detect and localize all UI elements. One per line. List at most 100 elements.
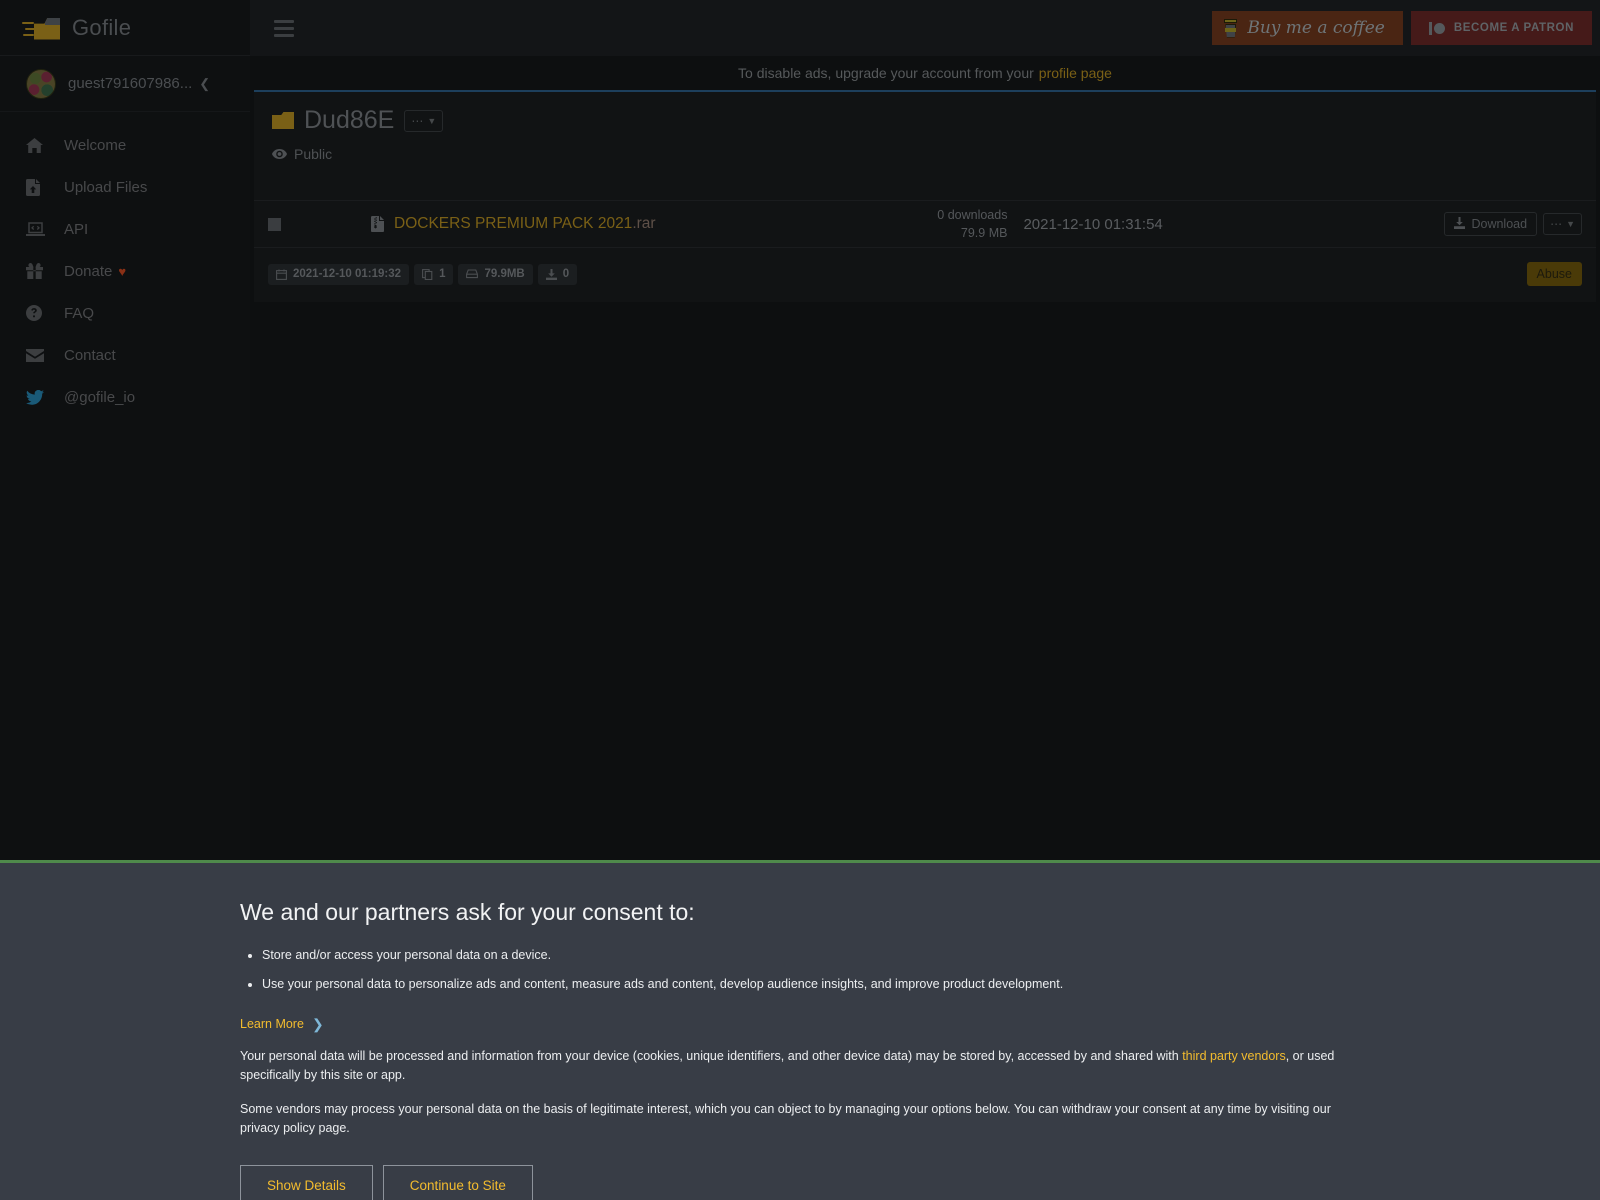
patreon-icon: [1428, 21, 1445, 35]
archive-file-icon: [371, 216, 384, 232]
chevron-right-icon: ❯: [311, 1015, 324, 1032]
status-badge-file-count: 1: [414, 263, 454, 285]
avatar: [26, 68, 56, 99]
file-actions: Download ⋯ ▼: [1444, 212, 1596, 236]
ellipsis-icon: ⋯: [411, 113, 424, 128]
calendar-icon: [276, 269, 287, 280]
twitter-icon: [26, 389, 50, 405]
ad-notice-text: To disable ads, upgrade your account fro…: [738, 65, 1034, 81]
file-name-base: DOCKERS PREMIUM PACK 2021: [394, 215, 633, 232]
status-badge-downloads: 0: [537, 263, 578, 285]
topbar-actions: Buy me a coffee BECOME A PATRON: [1212, 11, 1600, 45]
gofile-logo-icon: [22, 14, 64, 42]
file-date: 2021-12-10 01:31:54: [1023, 215, 1163, 233]
file-meta: 0 downloads 79.9 MB: [937, 206, 1007, 242]
sidebar-item-label: Welcome: [64, 136, 127, 154]
sidebar: Gofile guest791607986... ❮ Welcome Uploa…: [0, 0, 250, 860]
folder-options-button[interactable]: ⋯ ▼: [404, 109, 444, 132]
buy-me-a-coffee-button[interactable]: Buy me a coffee: [1212, 11, 1403, 45]
sidebar-item-faq[interactable]: FAQ: [0, 292, 250, 334]
sidebar-item-donate[interactable]: Donate ♥: [0, 250, 250, 292]
main-content: To disable ads, upgrade your account fro…: [250, 56, 1600, 860]
download-button[interactable]: Download: [1444, 212, 1538, 236]
learn-more-link[interactable]: Learn More ❯: [240, 1016, 324, 1033]
badge-value: 0: [562, 268, 570, 280]
heart-icon: ♥: [118, 263, 127, 279]
consent-paragraph-1: Your personal data will be processed and…: [240, 1047, 1335, 1086]
topbar: Buy me a coffee BECOME A PATRON: [250, 0, 1600, 56]
hamburger-icon[interactable]: [274, 19, 294, 37]
file-table: DOCKERS PREMIUM PACK 2021.rar 0 download…: [254, 200, 1596, 248]
brand-name: Gofile: [72, 14, 132, 40]
profile-page-link[interactable]: profile page: [1039, 65, 1112, 81]
table-row[interactable]: DOCKERS PREMIUM PACK 2021.rar 0 download…: [254, 200, 1596, 248]
file-name-ext: .rar: [632, 215, 656, 232]
badge-value: 2021-12-10 01:19:32: [293, 268, 402, 280]
gift-icon: [26, 263, 50, 279]
page-title: Dud86E: [304, 106, 395, 134]
consent-para1-before: Your personal data will be processed and…: [240, 1049, 1183, 1063]
download-icon: [545, 268, 557, 280]
consent-buttons: Show Details Continue to Site: [240, 1164, 1400, 1200]
page-root: Gofile guest791607986... ❮ Welcome Uploa…: [0, 0, 1600, 1200]
sidebar-item-twitter[interactable]: @gofile_io: [0, 376, 250, 418]
sidebar-item-label: API: [64, 220, 89, 238]
status-badge-created: 2021-12-10 01:19:32: [268, 263, 410, 285]
folder-title-row: Dud86E ⋯ ▼: [272, 106, 1596, 135]
sidebar-item-welcome[interactable]: Welcome: [0, 124, 250, 166]
home-icon: [26, 137, 50, 153]
download-icon: [1454, 216, 1466, 232]
consent-paragraph-2: Some vendors may process your personal d…: [240, 1101, 1331, 1136]
chevron-down-icon: ▼: [427, 115, 437, 126]
file-size: 79.9 MB: [960, 226, 1008, 240]
file-downloads: 0 downloads: [937, 207, 1008, 222]
eye-icon: [272, 149, 287, 159]
consent-bullet-list: Store and/or access your personal data o…: [262, 946, 1400, 994]
copy-icon: [422, 268, 433, 280]
stats-bar: 2021-12-10 01:19:32 1 79.9MB 0 Abuse: [254, 248, 1596, 302]
sidebar-item-label: Donate: [64, 262, 113, 280]
coffee-cup-icon: [1224, 18, 1238, 38]
user-name: guest791607986...: [68, 75, 193, 92]
list-item: Use your personal data to personalize ad…: [262, 975, 1400, 994]
file-select-checkbox[interactable]: [268, 217, 281, 231]
status-badge-total-size: 79.9MB: [458, 263, 533, 285]
chevron-left-icon[interactable]: ❮: [199, 76, 210, 92]
report-abuse-button[interactable]: Abuse: [1526, 262, 1582, 286]
user-account-row[interactable]: guest791607986... ❮: [0, 56, 250, 112]
laptop-code-icon: [26, 221, 50, 237]
sidebar-item-label: FAQ: [64, 304, 95, 322]
sidebar-item-api[interactable]: API: [0, 208, 250, 250]
hdd-icon: [466, 269, 479, 279]
become-a-patron-button[interactable]: BECOME A PATRON: [1410, 11, 1592, 45]
brand-header[interactable]: Gofile: [0, 0, 250, 56]
learn-more-label: Learn More: [240, 1017, 304, 1031]
continue-to-site-button[interactable]: Continue to Site: [382, 1164, 533, 1200]
sidebar-item-upload-files[interactable]: Upload Files: [0, 166, 250, 208]
envelope-icon: [26, 348, 50, 362]
question-circle-icon: [26, 305, 50, 321]
ad-notice: To disable ads, upgrade your account fro…: [250, 56, 1600, 90]
list-item: Store and/or access your personal data o…: [262, 946, 1400, 965]
sidebar-item-label: @gofile_io: [64, 388, 136, 406]
folder-icon: [272, 112, 294, 129]
consent-title: We and our partners ask for your consent…: [240, 899, 695, 925]
buy-me-a-coffee-label: Buy me a coffee: [1247, 18, 1385, 38]
content-panel: Dud86E ⋯ ▼ Public DOCKERS PREMIUM PACK 2…: [254, 90, 1596, 302]
show-details-button[interactable]: Show Details: [240, 1164, 373, 1200]
consent-dialog: We and our partners ask for your consent…: [0, 860, 1600, 1200]
chevron-down-icon: ▼: [1566, 219, 1575, 229]
sidebar-item-contact[interactable]: Contact: [0, 334, 250, 376]
folder-visibility-label: Public: [294, 146, 333, 162]
sidebar-item-label: Upload Files: [64, 178, 148, 196]
become-a-patron-label: BECOME A PATRON: [1453, 22, 1574, 34]
download-label: Download: [1471, 217, 1528, 231]
badge-value: 1: [439, 268, 446, 280]
file-name-link[interactable]: DOCKERS PREMIUM PACK 2021.rar: [394, 215, 656, 233]
folder-header: Dud86E ⋯ ▼ Public: [254, 92, 1596, 162]
third-party-vendors-link[interactable]: third party vendors: [1182, 1049, 1286, 1063]
file-upload-icon: [26, 178, 50, 196]
consent-inner: We and our partners ask for your consent…: [0, 863, 1400, 1200]
file-options-button[interactable]: ⋯ ▼: [1543, 213, 1582, 235]
folder-visibility: Public: [272, 146, 1596, 162]
